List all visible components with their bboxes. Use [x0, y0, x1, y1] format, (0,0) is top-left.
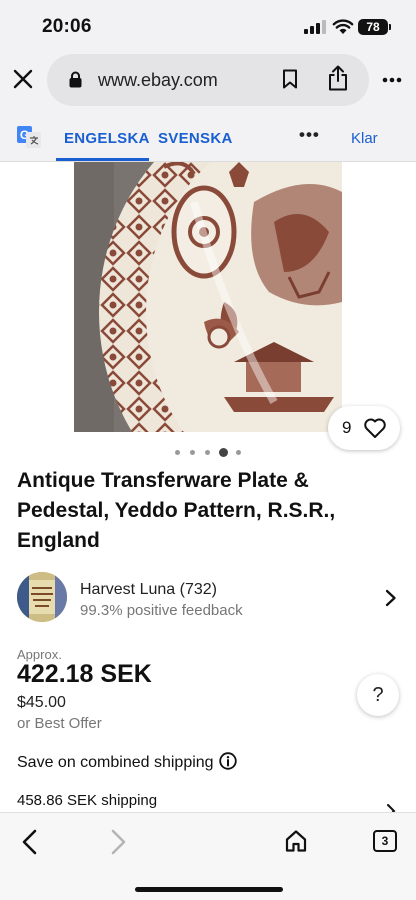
address-bar[interactable]: www.ebay.com [47, 54, 369, 106]
chevron-right-icon[interactable] [385, 589, 397, 607]
cellular-signal-icon [304, 20, 326, 34]
best-offer-label: or Best Offer [17, 715, 102, 732]
help-button[interactable]: ? [357, 674, 399, 716]
back-arrow-icon[interactable] [20, 829, 40, 855]
seller-name[interactable]: Harvest Luna (732) [80, 581, 217, 599]
battery-icon: 78 [358, 19, 388, 35]
info-icon[interactable] [219, 752, 237, 770]
share-icon[interactable] [328, 65, 348, 91]
tab-source-language[interactable]: ENGELSKA [64, 130, 150, 147]
seller-info[interactable]: Harvest Luna (732) 99.3% positive feedba… [0, 570, 416, 626]
pagination-dot[interactable] [205, 450, 210, 455]
close-icon[interactable] [10, 66, 36, 92]
pagination-dot-active[interactable] [219, 448, 228, 457]
google-translate-icon: G [17, 126, 41, 148]
pagination-dot[interactable] [236, 450, 241, 455]
product-photo[interactable] [74, 162, 342, 432]
image-gallery[interactable] [0, 162, 416, 432]
pagination-dot[interactable] [190, 450, 195, 455]
url-text: www.ebay.com [98, 70, 218, 90]
active-tab-indicator [56, 158, 149, 161]
tabs-button[interactable]: 3 [373, 830, 397, 852]
wifi-icon [332, 19, 354, 34]
converted-price: 422.18 SEK [17, 660, 152, 688]
translate-more-button[interactable]: ••• [299, 125, 320, 145]
lock-icon [69, 71, 82, 88]
battery-nub [389, 24, 391, 30]
shipping-cost: 458.86 SEK shipping [17, 792, 158, 809]
more-options-icon[interactable] [382, 77, 402, 83]
browser-address-row: www.ebay.com [0, 52, 416, 110]
seller-avatar [17, 572, 67, 622]
heart-icon [364, 418, 386, 438]
seller-feedback: 99.3% positive feedback [80, 602, 243, 619]
home-indicator [135, 887, 283, 892]
status-time: 20:06 [42, 16, 92, 37]
original-price: $45.00 [17, 694, 66, 711]
home-icon[interactable] [284, 829, 308, 853]
status-bar: 20:06 78 [0, 0, 416, 52]
watch-button[interactable]: 9 [328, 406, 400, 450]
browser-toolbar: 3 [0, 812, 416, 900]
translate-bar: G ENGELSKA SVENSKA ••• Klar [0, 110, 416, 162]
combined-shipping-label: Save on combined shipping [17, 754, 214, 771]
translate-done-button[interactable]: Klar [351, 130, 378, 147]
listing-title: Antique Transferware Plate & Pedestal, Y… [17, 469, 336, 552]
tab-target-language[interactable]: SVENSKA [158, 130, 233, 147]
gallery-pagination [175, 448, 245, 458]
watch-count: 9 [342, 418, 352, 437]
bookmark-icon[interactable] [282, 69, 298, 89]
forward-arrow-icon[interactable] [108, 829, 128, 855]
pagination-dot[interactable] [175, 450, 180, 455]
